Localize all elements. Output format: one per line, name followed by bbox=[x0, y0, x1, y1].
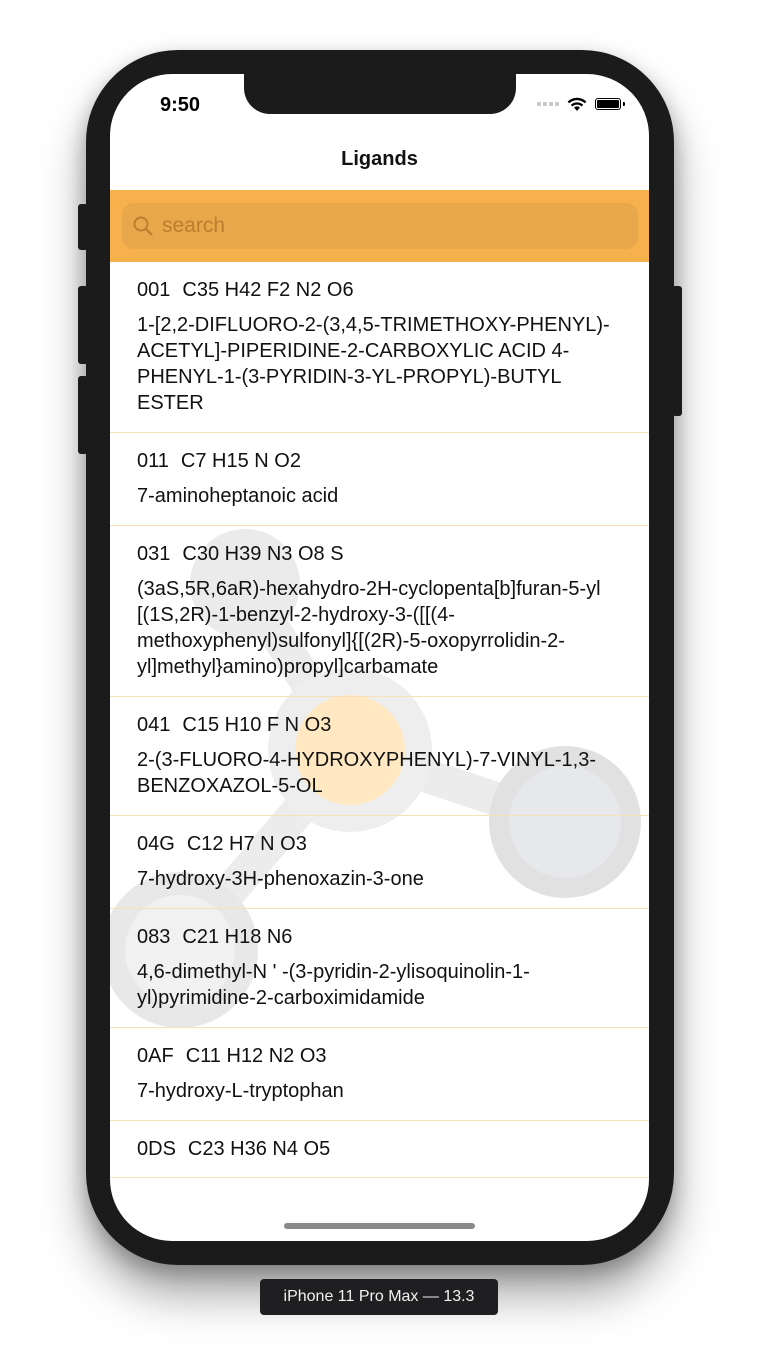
search-field[interactable] bbox=[122, 203, 638, 249]
ligand-name: 4,6-dimethyl-N ' -(3-pyridin-2-ylisoquin… bbox=[137, 961, 530, 1009]
ligand-row[interactable]: 083 C21 H18 N6 4,6-dimethyl-N ' -(3-pyridi… bbox=[110, 909, 649, 1028]
ligand-formula: C11 H12 N2 O3 bbox=[185, 1045, 327, 1067]
cellular-signal-icon bbox=[537, 102, 559, 106]
ligand-formula: C30 H39 N3 O8 S bbox=[182, 543, 344, 565]
search-input[interactable] bbox=[160, 213, 624, 239]
page-title: Ligands bbox=[341, 148, 418, 170]
ligand-formula: C15 H10 F N O3 bbox=[182, 714, 332, 736]
ligand-name: 2-(3-FLUORO-4-HYDROXYPHENYL)-7-VINYL-1,3… bbox=[137, 749, 596, 797]
ligand-header: 041 C15 H10 F N O3 bbox=[137, 713, 625, 737]
ligand-formula: C21 H18 N6 bbox=[182, 926, 293, 948]
ligand-id: 083 bbox=[137, 926, 171, 948]
volume-down-button bbox=[78, 376, 88, 454]
ligand-name: (3aS,5R,6aR)-hexahydro-2H-cyclopenta[b]f… bbox=[137, 578, 601, 678]
ligand-header: 031 C30 H39 N3 O8 S bbox=[137, 542, 625, 566]
ligand-id: 0AF bbox=[137, 1045, 174, 1067]
ligand-name: 7-hydroxy-L-tryptophan bbox=[137, 1080, 344, 1102]
ligand-header: 011 C7 H15 N O2 bbox=[137, 449, 625, 473]
ligand-id: 04G bbox=[137, 833, 175, 855]
ligand-id: 041 bbox=[137, 714, 171, 736]
ligand-row[interactable]: 0DS C23 H36 N4 O5 bbox=[110, 1121, 649, 1178]
ligand-id: 011 bbox=[137, 450, 169, 472]
ligand-row[interactable]: 001 C35 H42 F2 N2 O6 1-[2,2-DIFLUORO-2-(3,… bbox=[110, 262, 649, 433]
ligand-row[interactable]: 031 C30 H39 N3 O8 S (3aS,5R,6aR)-hexahydro… bbox=[110, 526, 649, 697]
app-screen: 9:50 Ligands search 001 C35 H42 F2 N2 O6… bbox=[110, 74, 649, 1241]
ligand-id: 031 bbox=[137, 543, 171, 565]
notch bbox=[244, 74, 516, 114]
mute-switch bbox=[78, 204, 88, 250]
ligand-formula: C23 H36 N4 O5 bbox=[187, 1138, 331, 1160]
ligand-row[interactable]: 011 C7 H15 N O2 7-aminoheptanoic acid bbox=[110, 433, 649, 526]
ligand-header: 001 C35 H42 F2 N2 O6 bbox=[137, 278, 625, 302]
ligand-header: 0DS C23 H36 N4 O5 bbox=[137, 1137, 625, 1161]
home-indicator[interactable] bbox=[284, 1223, 475, 1229]
status-icons bbox=[537, 96, 625, 112]
power-button bbox=[672, 286, 682, 416]
battery-icon bbox=[595, 98, 625, 110]
ligand-formula: C35 H42 F2 N2 O6 bbox=[182, 279, 354, 301]
ligand-list[interactable]: 001 C35 H42 F2 N2 O6 1-[2,2-DIFLUORO-2-(3,… bbox=[110, 262, 649, 1241]
ligand-header: 04G C12 H7 N O3 bbox=[137, 832, 625, 856]
device-label: iPhone 11 Pro Max — 13.3 bbox=[260, 1279, 498, 1315]
volume-up-button bbox=[78, 286, 88, 364]
ligand-header: 083 C21 H18 N6 bbox=[137, 925, 625, 949]
ligand-header: 0AF C11 H12 N2 O3 bbox=[137, 1044, 625, 1068]
ligand-formula: C12 H7 N O3 bbox=[186, 833, 307, 855]
wifi-icon bbox=[567, 97, 587, 111]
search-icon bbox=[133, 216, 153, 236]
ligand-row[interactable]: 0AF C11 H12 N2 O3 7-hydroxy-L-tryptophan bbox=[110, 1028, 649, 1121]
ligand-row[interactable]: 04G C12 H7 N O3 7-hydroxy-3H-phenoxazin-3-… bbox=[110, 816, 649, 909]
ligand-id: 001 bbox=[137, 279, 171, 301]
ligand-name: 7-hydroxy-3H-phenoxazin-3-one bbox=[137, 868, 424, 890]
search-bar bbox=[110, 190, 649, 262]
ligand-row[interactable]: 041 C15 H10 F N O3 2-(3-FLUORO-4-HYDROXYPH… bbox=[110, 697, 649, 816]
status-time: 9:50 bbox=[160, 94, 201, 116]
ligand-name: 7-aminoheptanoic acid bbox=[137, 485, 339, 507]
ligand-formula: C7 H15 N O2 bbox=[180, 450, 301, 472]
ligand-id: 0DS bbox=[137, 1138, 176, 1160]
ligand-name: 1-[2,2-DIFLUORO-2-(3,4,5-TRIMETHOXY-PHEN… bbox=[137, 314, 610, 414]
